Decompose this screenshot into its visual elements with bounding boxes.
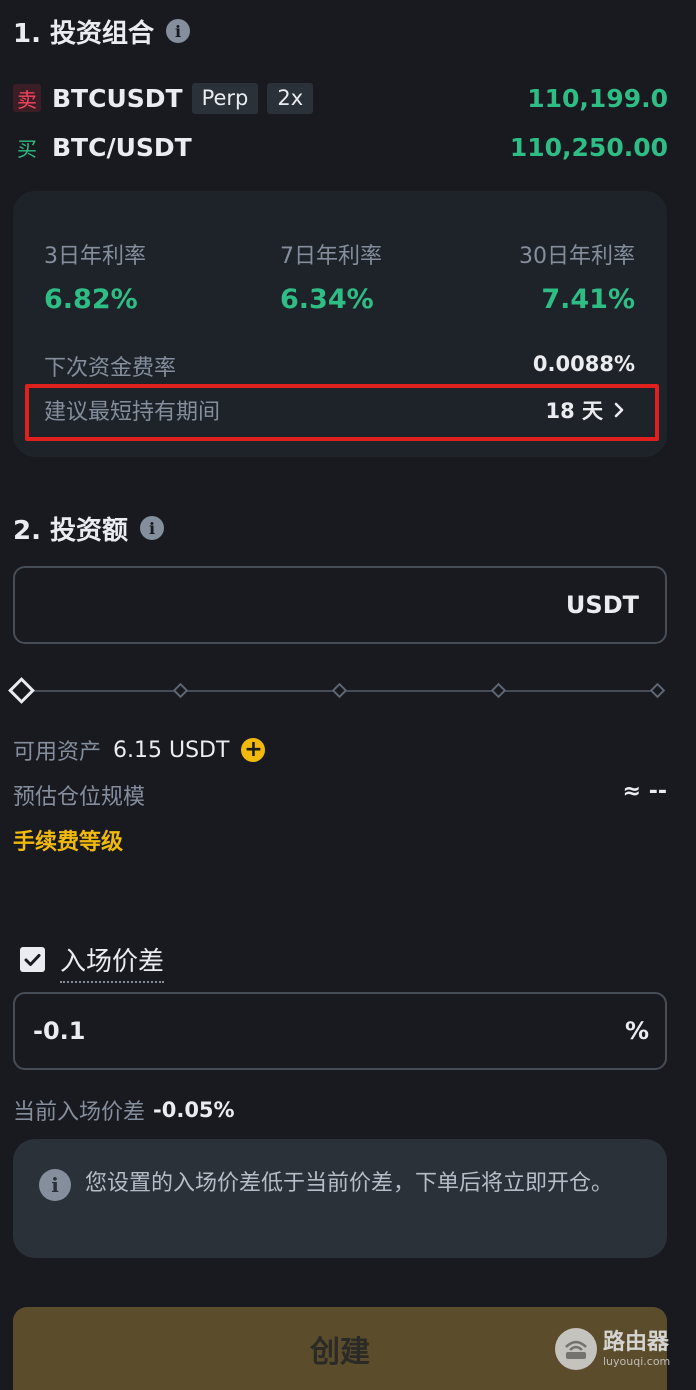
spread-notice: i 您设置的入场价差低于当前价差，下单后将立即开仓。 <box>13 1139 667 1258</box>
pair-price: 110,199.0 <box>527 83 668 113</box>
router-logo-icon <box>555 1328 597 1370</box>
available-label: 可用资产 <box>13 740 102 765</box>
checkmark-icon <box>24 953 41 966</box>
info-icon: i <box>39 1169 71 1201</box>
portfolio-leg-buy: 买 BTC/USDT 110,250.00 <box>13 129 668 165</box>
entry-spread-label[interactable]: 入场价差 <box>60 941 165 983</box>
watermark-subtitle: luyouqi.com <box>603 1354 671 1368</box>
rate-label: 30日年利率 <box>519 244 635 269</box>
current-spread-label: 当前入场价差 <box>13 1100 146 1125</box>
notice-text: 您设置的入场价差低于当前价差，下单后将立即开仓。 <box>85 1171 614 1196</box>
rate-value: 6.34% <box>280 284 374 315</box>
rate-label: 3日年利率 <box>44 244 146 269</box>
slider-handle[interactable] <box>8 677 35 704</box>
watermark: 路由器 luyouqi.com <box>555 1328 670 1370</box>
est-size-value: ≈ -- <box>622 779 667 804</box>
slider-step-100[interactable] <box>649 682 666 699</box>
fee-tier-link[interactable]: 手续费等级 <box>13 824 123 856</box>
info-icon[interactable]: i <box>140 516 165 540</box>
contract-type-chip: Perp <box>191 82 259 114</box>
rate-3d: 3日年利率 6.82% <box>44 238 146 315</box>
buy-tag: 买 <box>17 136 37 161</box>
entry-spread-checkbox[interactable] <box>20 947 45 972</box>
current-spread-row: 当前入场价差 -0.05% <box>13 1094 235 1126</box>
min-hold-link[interactable]: 18 天 <box>545 395 625 425</box>
next-funding-label: 下次资金费率 <box>44 356 177 381</box>
investment-amount-input[interactable]: USDT <box>13 566 667 644</box>
info-icon[interactable]: i <box>166 19 191 43</box>
slider-step-75[interactable] <box>490 682 507 699</box>
portfolio-leg-sell: 卖 BTCUSDT Perp 2x 110,199.0 <box>13 80 668 116</box>
add-funds-icon[interactable]: + <box>241 738 266 762</box>
portfolio-section-title: 1. 投资组合 i <box>13 14 191 49</box>
available-value: 6.15 USDT <box>113 737 230 763</box>
currency-unit: USDT <box>565 591 639 619</box>
rate-7d: 7日年利率 6.34% <box>280 238 382 315</box>
pair-name: BTC/USDT <box>52 132 192 162</box>
portfolio-title: 1. 投资组合 <box>13 18 155 49</box>
available-balance-row: 可用资产 6.15 USDT + <box>13 734 266 766</box>
current-spread-value: -0.05% <box>153 1098 235 1122</box>
rate-30d: 30日年利率 7.41% <box>519 238 635 315</box>
rate-value: 6.82% <box>44 284 138 315</box>
pair-name: BTCUSDT <box>52 83 183 113</box>
min-hold-value: 18 天 <box>545 399 603 423</box>
slider-step-50[interactable] <box>331 682 348 699</box>
leverage-chip: 2x <box>267 82 314 114</box>
investment-section-title: 2. 投资额 i <box>13 511 165 546</box>
entry-spread-unit: % <box>624 1017 649 1045</box>
watermark-title: 路由器 <box>603 1329 670 1355</box>
create-button-label: 创建 <box>310 1334 370 1370</box>
entry-spread-input[interactable]: -0.1 % <box>13 992 667 1070</box>
investment-title: 2. 投资额 <box>13 515 129 546</box>
rate-value: 7.41% <box>541 284 635 315</box>
rate-label: 7日年利率 <box>280 244 382 269</box>
chevron-right-icon <box>614 402 624 418</box>
min-hold-label: 建议最短持有期间 <box>44 400 221 425</box>
next-funding-value: 0.0088% <box>532 352 635 376</box>
entry-spread-value: -0.1 <box>33 1017 86 1045</box>
est-size-label: 预估仓位规模 <box>13 785 146 810</box>
slider-step-25[interactable] <box>172 682 189 699</box>
pair-price: 110,250.00 <box>509 132 668 162</box>
sell-tag: 卖 <box>13 84 41 112</box>
